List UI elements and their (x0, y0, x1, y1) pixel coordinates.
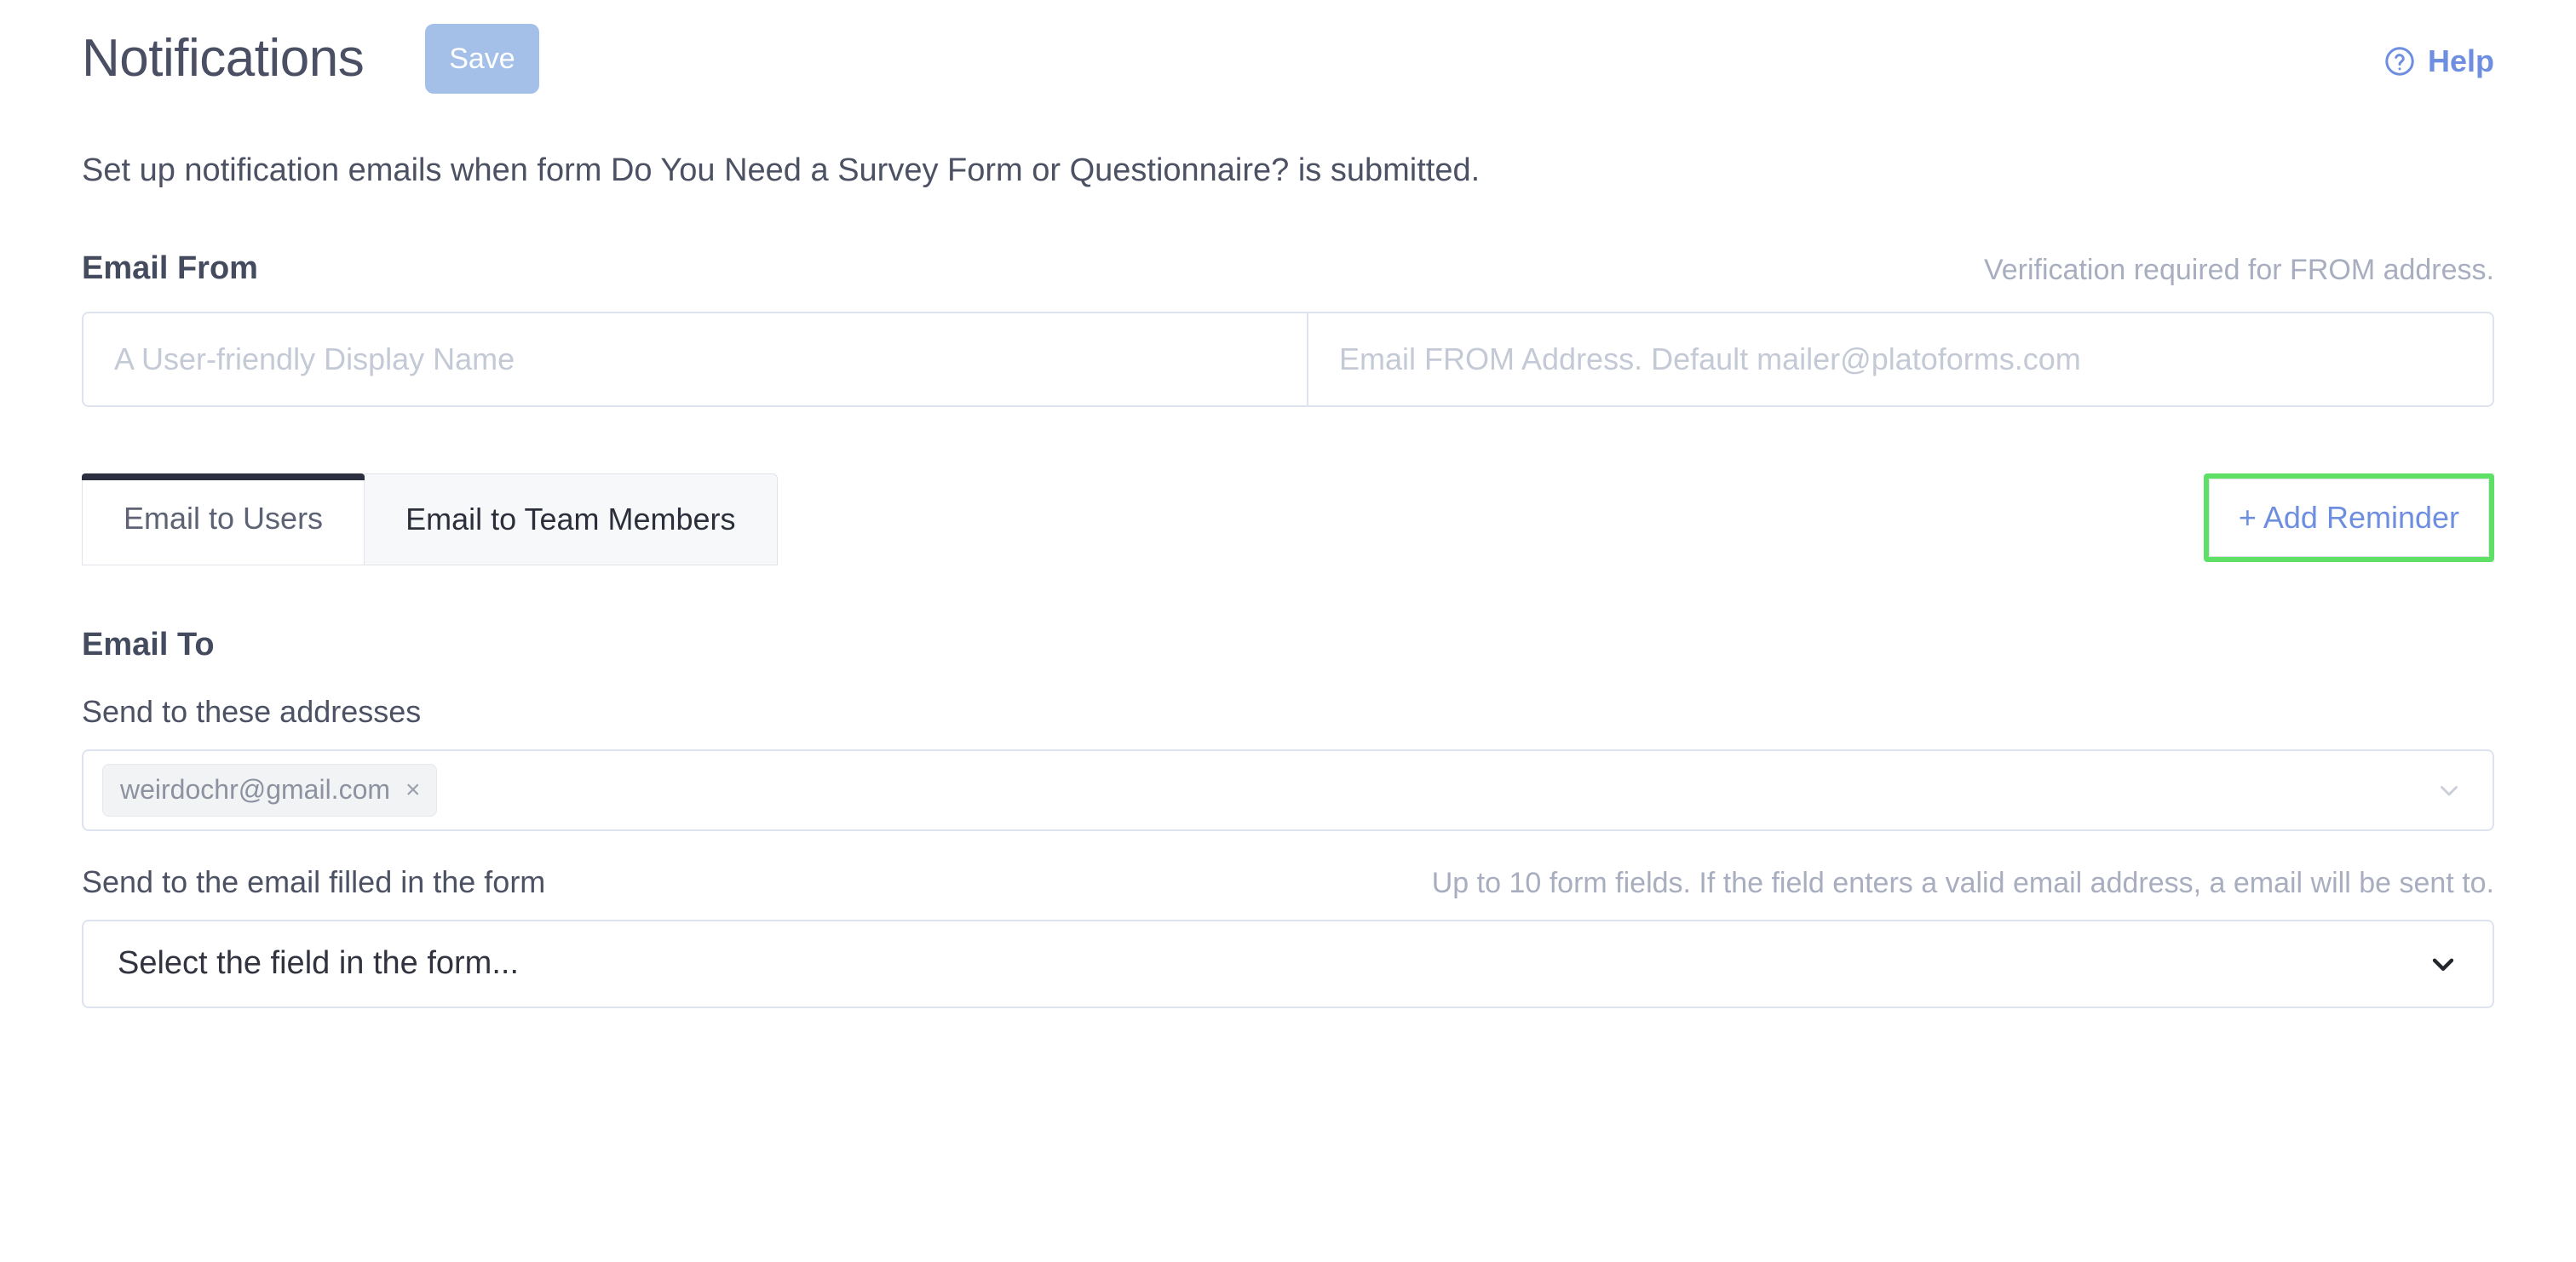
help-label: Help (2427, 43, 2494, 78)
notification-tabs: Email to Users Email to Team Members (82, 473, 778, 565)
page-title: Notifications (82, 29, 365, 88)
from-address-input[interactable] (1308, 313, 2493, 405)
page-header: Notifications Save Help (82, 0, 2494, 95)
verification-note: Verification required for FROM address. (1983, 253, 2494, 286)
form-field-select-value: Select the field in the form... (118, 945, 520, 982)
page-description: Set up notification emails when form Do … (82, 152, 1481, 188)
chevron-down-icon[interactable] (2426, 947, 2460, 981)
tabs-row: Email to Users Email to Team Members + A… (82, 473, 2494, 565)
email-to-title: Email To (82, 626, 215, 663)
close-icon[interactable]: × (405, 777, 421, 803)
form-field-select[interactable]: Select the field in the form... (82, 919, 2494, 1008)
form-fields-hint: Up to 10 form fields. If the field enter… (1431, 866, 2494, 899)
email-from-header: Email From Verification required for FRO… (82, 252, 2494, 284)
send-to-addresses-label: Send to these addresses (82, 693, 422, 729)
email-tag-label: weirdochr@gmail.com (120, 774, 391, 806)
save-button[interactable]: Save (425, 24, 539, 94)
tab-email-to-team-members[interactable]: Email to Team Members (365, 473, 778, 565)
email-from-title: Email From (82, 250, 258, 286)
form-field-row: Send to the email filled in the form Up … (82, 863, 2494, 899)
email-from-inputs (82, 311, 2494, 407)
email-tag[interactable]: weirdochr@gmail.com × (102, 763, 437, 817)
help-link[interactable]: Help (2383, 38, 2494, 79)
display-name-input[interactable] (83, 313, 1308, 405)
send-to-form-email-label: Send to the email filled in the form (82, 863, 546, 899)
question-circle-icon (2383, 45, 2416, 77)
tab-label: Email to Users (124, 501, 324, 536)
chevron-down-icon[interactable] (2435, 776, 2475, 805)
send-to-addresses-select[interactable]: weirdochr@gmail.com × (82, 749, 2494, 831)
notifications-page: Notifications Save Help Set up notificat… (0, 0, 2576, 1262)
add-reminder-button[interactable]: + Add Reminder (2208, 478, 2489, 557)
add-reminder-highlight: + Add Reminder (2203, 473, 2494, 562)
tab-label: Email to Team Members (405, 501, 736, 536)
tab-email-to-users[interactable]: Email to Users (82, 473, 365, 565)
